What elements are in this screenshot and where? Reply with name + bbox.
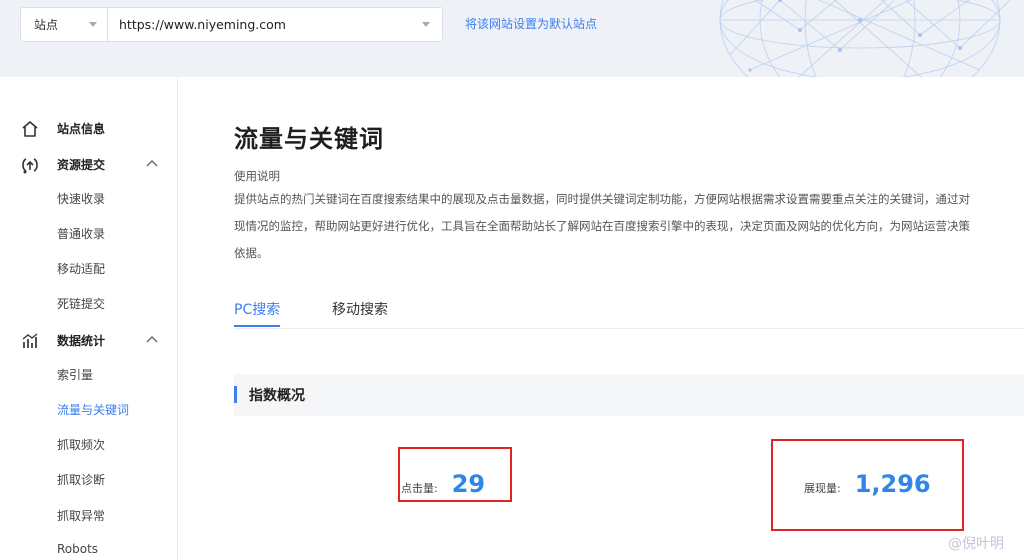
main-content: 流量与关键词 使用说明 提供站点的热门关键词在百度搜索结果中的展现及点击量数据，… bbox=[178, 77, 1024, 560]
stats-icon bbox=[22, 333, 38, 348]
tabs-divider bbox=[234, 328, 1024, 329]
home-icon bbox=[22, 121, 38, 137]
sidebar-group-label: 站点信息 bbox=[57, 122, 106, 136]
sidebar-item-quick-index[interactable]: 快速收录 bbox=[57, 190, 105, 207]
site-type-select[interactable]: 站点 bbox=[20, 7, 107, 42]
description-line: 现情况的监控，帮助网站更好进行优化，工具旨在全面帮助站长了解网站在百度搜索引擎中… bbox=[234, 219, 970, 233]
chevron-up-icon[interactable] bbox=[146, 334, 158, 346]
highlight-box bbox=[771, 439, 964, 531]
chevron-down-icon bbox=[89, 22, 97, 27]
set-default-site-link[interactable]: 将该网站设置为默认站点 bbox=[465, 15, 597, 32]
tool-description: 提供站点的热门关键词在百度搜索结果中的展现及点击量数据，同时提供关键词定制功能，… bbox=[234, 186, 1024, 267]
sidebar-item-crawl-frequency[interactable]: 抓取频次 bbox=[57, 436, 105, 453]
sidebar-group-label: 资源提交 bbox=[57, 158, 106, 172]
sidebar-item-deadlink-submit[interactable]: 死链提交 bbox=[57, 295, 105, 312]
sidebar-item-crawl-diagnosis[interactable]: 抓取诊断 bbox=[57, 471, 105, 488]
section-header: 指数概况 bbox=[234, 374, 1024, 416]
active-tab-indicator bbox=[234, 325, 280, 327]
site-url-select[interactable]: https://www.niyeming.com bbox=[107, 7, 443, 42]
sidebar-item-site-info[interactable]: 站点信息 bbox=[0, 115, 178, 141]
chevron-down-icon bbox=[422, 22, 430, 27]
sidebar-item-traffic-keywords[interactable]: 流量与关键词 bbox=[57, 401, 129, 418]
page-title: 流量与关键词 bbox=[234, 125, 384, 153]
sidebar-group-resource-submit[interactable]: 资源提交 bbox=[0, 151, 178, 177]
highlight-box bbox=[398, 447, 512, 502]
description-line: 提供站点的热门关键词在百度搜索结果中的展现及点击量数据，同时提供关键词定制功能，… bbox=[234, 192, 970, 206]
sidebar-group-label: 数据统计 bbox=[57, 334, 106, 348]
sidebar-item-robots[interactable]: Robots bbox=[57, 542, 98, 556]
tab-mobile-search[interactable]: 移动搜索 bbox=[332, 299, 388, 319]
top-banner: 站点 https://www.niyeming.com 将该网站设置为默认站点 bbox=[0, 0, 1024, 77]
globe-decoration-icon bbox=[719, 0, 1011, 77]
site-url-value: https://www.niyeming.com bbox=[119, 17, 286, 32]
sidebar: 站点信息 资源提交 快速收录 普通收录 移动适配 死链提交 数据统计 索引量 流… bbox=[0, 77, 178, 560]
sidebar-item-index-volume[interactable]: 索引量 bbox=[57, 366, 93, 383]
tab-pc-search[interactable]: PC搜索 bbox=[234, 299, 280, 319]
chevron-up-icon[interactable] bbox=[146, 158, 158, 170]
watermark: @倪叶明 bbox=[948, 536, 1004, 552]
site-type-label: 站点 bbox=[34, 18, 59, 32]
usage-label: 使用说明 bbox=[234, 169, 280, 183]
sidebar-item-crawl-errors[interactable]: 抓取异常 bbox=[57, 507, 105, 524]
section-title: 指数概况 bbox=[249, 388, 305, 404]
sidebar-item-normal-index[interactable]: 普通收录 bbox=[57, 225, 105, 242]
description-line: 依据。 bbox=[234, 246, 269, 260]
sidebar-group-data-stats[interactable]: 数据统计 bbox=[0, 327, 178, 353]
sidebar-item-mobile-adapt[interactable]: 移动适配 bbox=[57, 260, 105, 277]
submit-icon bbox=[22, 158, 38, 174]
section-accent-bar bbox=[234, 386, 237, 403]
